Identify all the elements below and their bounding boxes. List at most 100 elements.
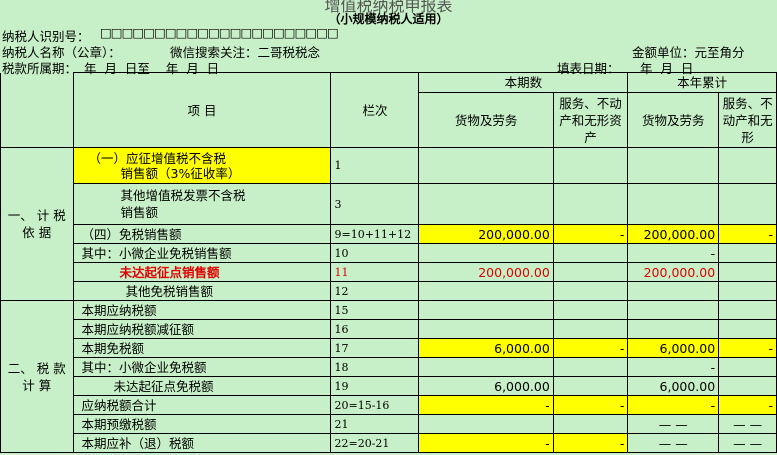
col-line-header: 栏次 (330, 72, 420, 148)
table-row: 未达起征点免税额 19 6,000.00 6,000.00 (1, 376, 777, 396)
row-21-ytd-services[interactable]: — — (718, 414, 777, 434)
col-item-header: 项 目 (72, 72, 332, 148)
col-ytd-goods: 货物及劳务 (627, 92, 720, 148)
table-row: 其中：小微企业免税销售额 10 - (1, 243, 777, 263)
table-row: 一、 计 税 依 据 （一）应征增值税不含税 销售额（3%征收率） 1 (0, 147, 777, 301)
row-9-current-services[interactable]: - (552, 224, 629, 244)
row-10-line: 10 (330, 243, 420, 263)
row-19-line: 19 (330, 376, 420, 396)
row-1-ytd-services[interactable] (718, 147, 777, 184)
col-current-services: 服务、不动产和无形资产 (552, 92, 629, 148)
row-21-current-services[interactable] (552, 414, 629, 434)
row-3-current-goods[interactable] (418, 183, 554, 225)
header-row-1: 项 目 栏次 本期数 本年累计 (0, 72, 777, 148)
table-row: 应纳税额合计 20=15-16 - - - - (1, 395, 777, 415)
row-22-ytd-goods[interactable]: — — (627, 433, 720, 453)
row-11-ytd-goods[interactable]: 200,000.00 (627, 262, 720, 282)
row-11-current-goods[interactable]: 200,000.00 (418, 262, 554, 282)
row-20-current-services[interactable]: - (552, 395, 629, 415)
taxpayer-id-boxes[interactable]: □□□□□□□□□□□□□□□□□□□□□□ (100, 25, 339, 40)
row-10-ytd-goods[interactable]: - (627, 243, 720, 263)
row-16-current-services[interactable] (552, 319, 629, 339)
row-19-current-services[interactable] (552, 376, 629, 396)
row-11-item: 未达起征点销售额 (72, 262, 332, 282)
row-15-ytd-services[interactable] (718, 300, 777, 320)
row-11-ytd-services[interactable] (718, 262, 777, 282)
col-current-goods: 货物及劳务 (418, 92, 554, 148)
row-18-ytd-goods[interactable]: - (627, 357, 720, 377)
table-row: （四）免税销售额 9=10+11+12 200,000.00 - 200,000… (1, 224, 777, 244)
row-17-item: 本期免税额 (72, 338, 332, 358)
table-row: 其他免税销售额 12 (1, 281, 777, 301)
row-22-item: 本期应补（退）税额 (72, 433, 332, 453)
row-3-line: 3 (330, 183, 420, 225)
row-12-current-goods[interactable] (418, 281, 554, 301)
row-22-line: 22=20-21 (330, 433, 420, 453)
table-row: 本期应补（退）税额 22=20-21 - - — — — — (1, 433, 777, 453)
row-22-ytd-services[interactable]: — — (718, 433, 777, 453)
row-21-item: 本期预缴税额 (72, 414, 332, 434)
row-20-item: 应纳税额合计 (72, 395, 332, 415)
row-1-item[interactable]: （一）应征增值税不含税 销售额（3%征收率） (72, 147, 332, 184)
row-19-ytd-goods[interactable]: 6,000.00 (627, 376, 720, 396)
row-20-current-goods[interactable]: - (418, 395, 554, 415)
row-21-current-goods[interactable] (418, 414, 554, 434)
row-1-item-line2: 销售额（3%征收率） (120, 165, 241, 181)
row-12-ytd-services[interactable] (718, 281, 777, 301)
row-1-item-line1: （一）应征增值税不含税 (88, 150, 227, 166)
row-19-current-goods[interactable]: 6,000.00 (418, 376, 554, 396)
row-9-current-goods[interactable]: 200,000.00 (418, 224, 554, 244)
row-12-current-services[interactable] (552, 281, 629, 301)
row-17-line: 17 (330, 338, 420, 358)
row-9-ytd-goods[interactable]: 200,000.00 (627, 224, 720, 244)
row-3-item: 其他增值税发票不含税 销售额 (72, 183, 332, 225)
row-18-line: 18 (330, 357, 420, 377)
row-9-item: （四）免税销售额 (72, 224, 332, 244)
row-3-ytd-goods[interactable] (627, 183, 720, 225)
row-22-current-goods[interactable]: - (418, 433, 554, 453)
row-1-ytd-goods[interactable] (627, 147, 720, 184)
table-row: 二、 税 款 计 算 本期应纳税额 15 (0, 300, 777, 453)
row-20-line: 20=15-16 (330, 395, 420, 415)
row-1-current-goods[interactable] (418, 147, 554, 184)
row-20-ytd-goods[interactable]: - (627, 395, 720, 415)
row-10-current-goods[interactable] (418, 243, 554, 263)
corner-cell (0, 72, 74, 148)
row-16-line: 16 (330, 319, 420, 339)
row-12-line: 12 (330, 281, 420, 301)
table-row: 未达起征点销售额 11 200,000.00 200,000.00 (1, 262, 777, 282)
row-16-ytd-goods[interactable] (627, 319, 720, 339)
row-9-ytd-services[interactable]: - (718, 224, 777, 244)
row-20-ytd-services[interactable]: - (718, 395, 777, 415)
row-3-current-services[interactable] (552, 183, 629, 225)
table-row: 本期预缴税额 21 — — — — (1, 414, 777, 434)
row-15-current-goods[interactable] (418, 300, 554, 320)
row-15-line: 15 (330, 300, 420, 320)
row-18-current-services[interactable] (552, 357, 629, 377)
row-17-ytd-goods[interactable]: 6,000.00 (627, 338, 720, 358)
row-18-item: 其中：小微企业免税额 (72, 357, 332, 377)
row-12-ytd-goods[interactable] (627, 281, 720, 301)
row-16-current-goods[interactable] (418, 319, 554, 339)
row-15-ytd-goods[interactable] (627, 300, 720, 320)
col-ytd-header: 本年累计 (627, 72, 777, 93)
row-16-ytd-services[interactable] (718, 319, 777, 339)
row-19-item: 未达起征点免税额 (72, 376, 332, 396)
row-3-item-line2: 销售额 (120, 205, 159, 220)
row-1-current-services[interactable] (552, 147, 629, 184)
row-17-current-services[interactable]: - (552, 338, 629, 358)
row-16-item: 本期应纳税额减征额 (72, 319, 332, 339)
row-11-line: 11 (330, 262, 420, 282)
row-17-ytd-services[interactable]: - (718, 338, 777, 358)
row-11-current-services[interactable] (552, 262, 629, 282)
row-3-ytd-services[interactable] (718, 183, 777, 225)
row-10-current-services[interactable] (552, 243, 629, 263)
row-21-ytd-goods[interactable]: — — (627, 414, 720, 434)
row-18-current-goods[interactable] (418, 357, 554, 377)
row-22-current-services[interactable]: - (552, 433, 629, 453)
row-10-ytd-services[interactable] (718, 243, 777, 263)
row-17-current-goods[interactable]: 6,000.00 (418, 338, 554, 358)
row-19-ytd-services[interactable] (718, 376, 777, 396)
row-18-ytd-services[interactable] (718, 357, 777, 377)
row-15-current-services[interactable] (552, 300, 629, 320)
